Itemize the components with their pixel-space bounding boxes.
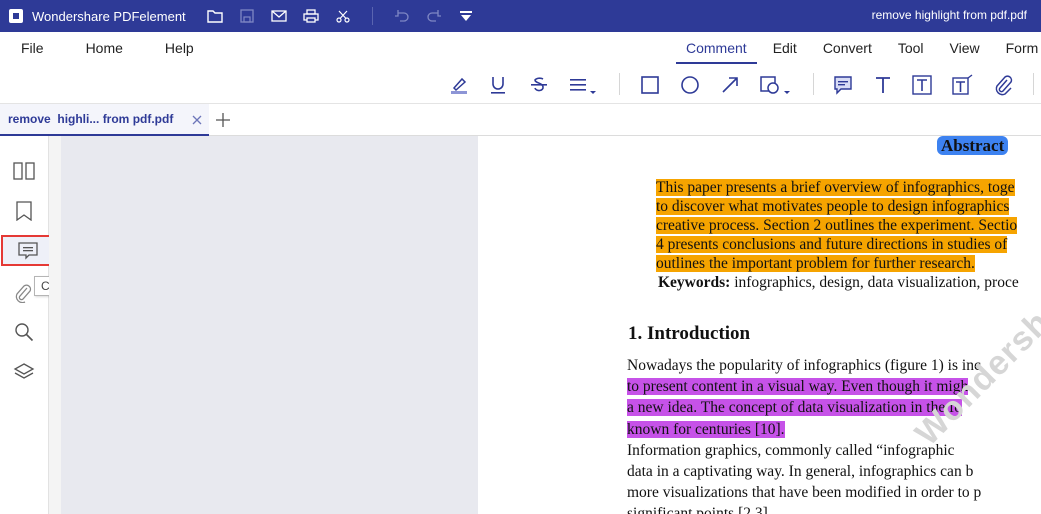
save-icon[interactable] [238,7,256,25]
callout-icon[interactable] [951,74,973,96]
close-tab-icon[interactable] [190,112,204,126]
menu-help[interactable]: Help [144,40,215,56]
tab-form[interactable]: Form [996,32,1041,64]
side-panel [49,136,61,514]
keywords-label: Keywords: [658,274,731,291]
tab-comment[interactable]: Comment [676,32,757,64]
introduction-heading: 1. Introduction [628,323,751,344]
body-line: data in a captivating way. In general, i… [627,463,974,480]
tab-tool[interactable]: Tool [888,32,934,64]
app-window: Wondershare PDFelement remove highlight … [0,0,1041,514]
underline-icon[interactable] [487,74,509,96]
intro-highlight-line: known for centuries [10]. [627,421,785,438]
attachment-icon[interactable] [992,74,1014,96]
open-folder-icon[interactable] [206,7,224,25]
document-canvas [61,136,478,514]
document-tab-bar: remove highli... from pdf.pdf [0,104,1041,136]
redo-icon[interactable] [425,7,443,25]
body-line: Information graphics, commonly called “i… [627,442,955,459]
comment-icon [18,241,38,260]
document-title: remove highlight from pdf.pdf [871,8,1027,22]
layers-icon[interactable] [11,359,37,385]
document-tab[interactable]: remove highli... from pdf.pdf [0,104,209,136]
comment-toolbar [0,64,1041,104]
thumbnails-icon[interactable] [11,158,37,184]
menu-bar: File Home Help Comment Edit Convert Tool… [0,32,1041,64]
print-icon[interactable] [302,7,320,25]
body-line: significant points [2,3]. [627,505,772,514]
ribbon-tabs: Comment Edit Convert Tool View Form [676,32,1041,64]
app-name: Wondershare PDFelement [32,8,186,24]
email-icon[interactable] [270,7,288,25]
text-lines-dropdown-icon[interactable] [568,74,600,96]
oval-icon[interactable] [679,74,701,96]
strikethrough-icon[interactable] [528,74,550,96]
intro-highlight-line: to present content in a visual way. Even… [627,378,969,395]
pdf-page: Abstract This paper presents a brief ove… [478,136,1041,514]
rectangle-icon[interactable] [639,74,661,96]
abstract-line: This paper presents a brief overview of … [656,179,1015,196]
keywords-line: Keywords: infographics, design, data vis… [658,273,1019,292]
sticky-note-icon[interactable] [832,74,854,96]
menu-file[interactable]: File [0,40,65,56]
search-icon[interactable] [11,319,37,345]
abstract-heading: Abstract [937,136,1009,155]
menu-home[interactable]: Home [65,40,144,56]
highlight-icon[interactable] [448,74,470,96]
abstract-line: creative process. Section 2 outlines the… [656,217,1018,234]
abstract-line: outlines the important problem for furth… [656,255,975,272]
shapes-dropdown-icon[interactable] [759,74,793,96]
new-tab-icon[interactable] [214,111,232,129]
text-icon[interactable] [872,74,894,96]
intro-line: Nowadays the popularity of infographics … [627,357,981,374]
title-bar: Wondershare PDFelement remove highlight … [0,0,1041,32]
abstract-line: to discover what motivates people to des… [656,198,1010,215]
body-line: more visualizations that have been modif… [627,484,982,501]
left-sidebar: Comment [0,136,101,514]
tab-edit[interactable]: Edit [763,32,807,64]
customize-dropdown-icon[interactable] [457,7,475,25]
arrow-icon[interactable] [719,74,741,96]
toolbar-divider [813,73,814,95]
quick-access-toolbar [206,7,475,25]
toolbar-divider [1033,73,1034,95]
app-logo-icon [9,9,23,23]
main-menu: File Home Help [0,40,215,56]
keywords-text: infographics, design, data visualization… [730,274,1019,291]
tab-view[interactable]: View [940,32,990,64]
undo-icon[interactable] [393,7,411,25]
scissors-icon[interactable] [334,7,352,25]
abstract-line: 4 presents conclusions and future direct… [656,236,1008,253]
document-tab-label: remove highli... from pdf.pdf [8,112,174,126]
bookmark-icon[interactable] [11,198,37,224]
toolbar-divider [371,7,373,25]
text-box-icon[interactable] [911,74,933,96]
comment-panel-button[interactable] [1,235,55,266]
toolbar-divider [619,73,620,95]
intro-highlight-line: a new idea. The concept of data visualiz… [627,399,962,416]
tab-convert[interactable]: Convert [813,32,882,64]
